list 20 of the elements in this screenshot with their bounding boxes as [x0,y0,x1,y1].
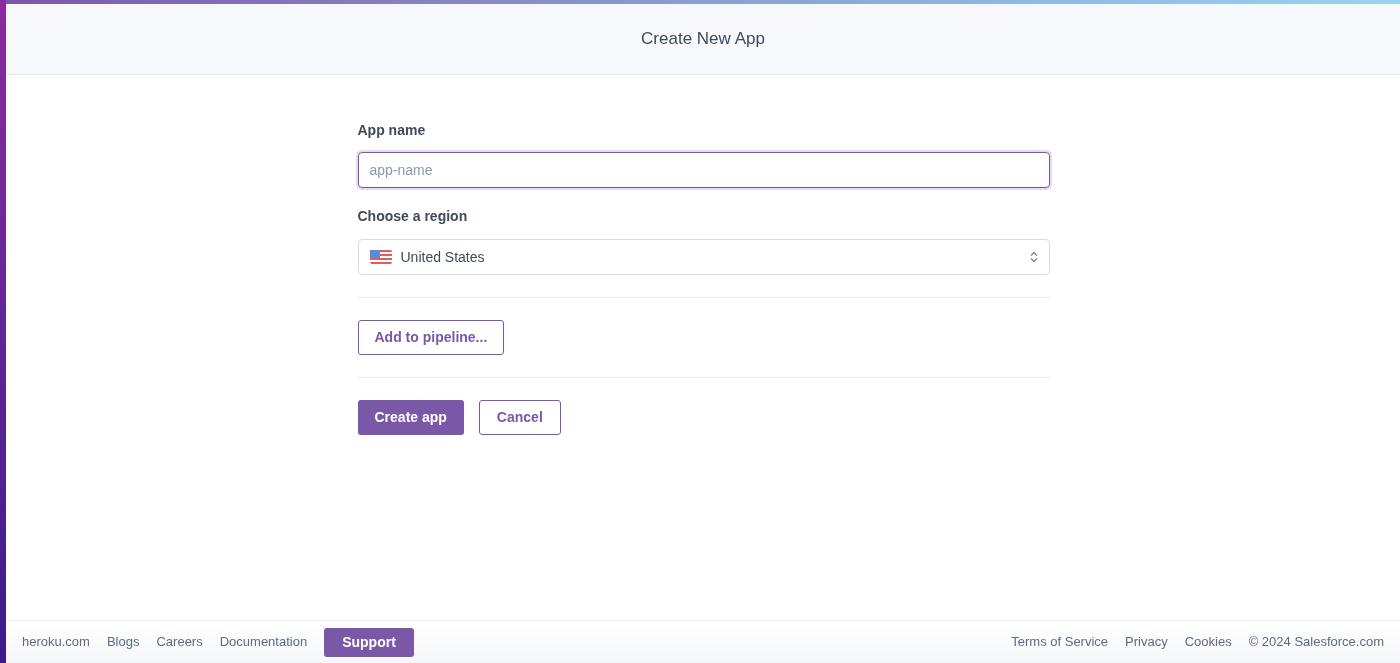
select-value: United States [400,247,486,267]
chevron-updown-icon [1029,251,1038,263]
footer-link[interactable]: Careers [156,632,203,652]
field-label: App name [357,121,427,140]
footer-link[interactable]: Cookies [1184,632,1232,652]
footer-link[interactable]: Blogs [106,632,140,652]
footer-link[interactable]: Terms of Service [1011,632,1109,652]
create-app-button[interactable]: Create app [357,400,464,435]
app-name-input[interactable]: app-name [357,152,1050,188]
field-label: Choose a region [357,207,469,226]
add-to-pipeline-button[interactable]: Add to pipeline... [357,320,505,355]
region-select[interactable]: United States [357,239,1050,275]
footer-link[interactable]: Documentation [219,632,308,652]
support-button[interactable]: Support [324,627,414,657]
flag-icon [369,250,392,264]
cancel-button[interactable]: Cancel [478,400,561,435]
page-title: Create New App [641,28,765,51]
footer-link[interactable]: Privacy [1125,632,1168,652]
footer-link[interactable]: heroku.com [22,632,90,652]
copyright-text: © 2024 Salesforce.com [1248,633,1384,652]
